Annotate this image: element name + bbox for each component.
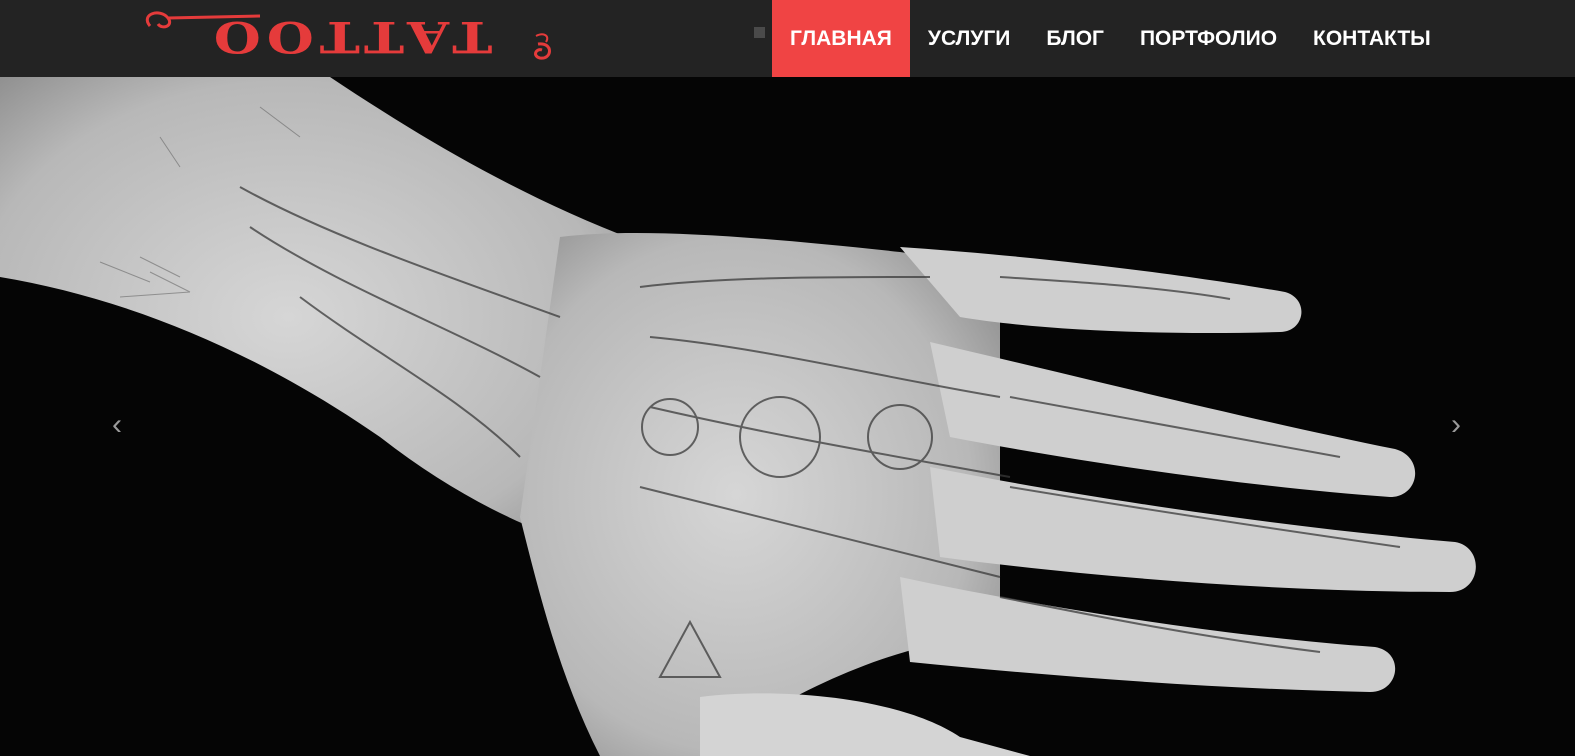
logo-text: TATTOO [207, 11, 493, 63]
nav-item-home[interactable]: ГЛАВНАЯ [772, 0, 910, 77]
hero-slider: ‹ › [0, 77, 1575, 756]
chevron-left-icon[interactable]: ‹ [102, 407, 132, 443]
nav-item-services[interactable]: УСЛУГИ [910, 0, 1029, 77]
nav-item-portfolio[interactable]: ПОРТФОЛИО [1122, 0, 1295, 77]
chevron-right-icon[interactable]: › [1441, 407, 1471, 443]
main-nav: ГЛАВНАЯ УСЛУГИ БЛОГ ПОРТФОЛИО КОНТАКТЫ [772, 0, 1449, 77]
nav-item-blog[interactable]: БЛОГ [1028, 0, 1122, 77]
hero-image [0, 77, 1476, 756]
site-header: TATTOO ГЛАВНАЯ УСЛУГИ БЛОГ ПОРТФОЛИО КОН… [0, 0, 1575, 77]
nav-item-contacts[interactable]: КОНТАКТЫ [1295, 0, 1449, 77]
nav-indicator-square [754, 27, 765, 38]
logo[interactable]: TATTOO [140, 6, 560, 68]
